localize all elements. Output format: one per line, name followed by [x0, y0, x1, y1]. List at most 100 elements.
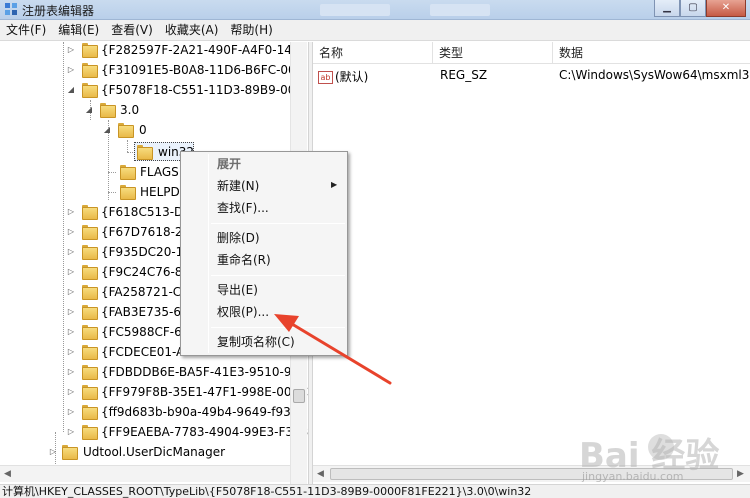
- folder-icon: [82, 385, 98, 400]
- tree-item-label: {F67D7618-27: [101, 225, 191, 239]
- menu-bar: 文件(F) 编辑(E) 查看(V) 收藏夹(A) 帮助(H): [0, 20, 750, 41]
- scroll-left-icon[interactable]: ◀: [4, 469, 11, 479]
- folder-icon: [82, 83, 98, 98]
- expand-arrow-icon[interactable]: ▷: [66, 42, 76, 60]
- list-item[interactable]: ab (默认) REG_SZ C:\Windows\SysWow64\msxml3…: [313, 66, 750, 86]
- scroll-right-icon[interactable]: ▶: [737, 469, 744, 479]
- menu-item-copy-key-name[interactable]: 复制项名称(C): [217, 332, 295, 352]
- list-header: 名称 类型 数据: [313, 42, 750, 64]
- tree-item-label: {FDBDDB6E-BA5F-41E3-9510-90: [101, 365, 300, 379]
- tree-item-label: {F935DC20-1C: [101, 245, 192, 259]
- tree-item-label: {F5078F18-C551-11D3-89B9-000: [101, 83, 304, 97]
- window-controls: ▁ ▢ ✕: [654, 0, 746, 18]
- folder-icon: [82, 225, 98, 240]
- tree-item-label: {FAB3E735-69: [101, 305, 189, 319]
- tree-guide-line: [127, 140, 128, 152]
- tree-item-label: {FCDECE01-A3: [101, 345, 192, 359]
- title-bar: 注册表编辑器 ▁ ▢ ✕: [0, 0, 750, 20]
- window-title: 注册表编辑器: [22, 4, 95, 18]
- folder-icon: [82, 205, 98, 220]
- title-bar-blur: [320, 4, 390, 16]
- tree-item-label: FLAGS: [140, 165, 179, 179]
- tree-guide-line: [63, 42, 64, 432]
- status-bar-path: 计算机\HKEY_CLASSES_ROOT\TypeLib\{F5078F18-…: [0, 484, 750, 498]
- folder-icon: [82, 425, 98, 440]
- maximize-icon[interactable]: ▢: [680, 0, 706, 17]
- values-list[interactable]: 名称 类型 数据 ab (默认) REG_SZ C:\Windows\SysWow…: [313, 42, 750, 484]
- expand-arrow-icon[interactable]: ▷: [66, 282, 76, 302]
- menu-file[interactable]: 文件(F): [0, 20, 52, 41]
- menu-view[interactable]: 查看(V): [105, 20, 159, 41]
- menu-item-find[interactable]: 查找(F)...: [217, 198, 269, 218]
- menu-favorites[interactable]: 收藏夹(A): [159, 20, 225, 41]
- watermark-url: jingyan.baidu.com: [582, 470, 684, 483]
- tree-guide-line: [108, 172, 116, 173]
- expand-arrow-icon[interactable]: ▷: [66, 322, 76, 342]
- column-header-data[interactable]: 数据: [553, 42, 750, 64]
- menu-separator: [211, 223, 345, 224]
- collapse-arrow-icon[interactable]: ◢: [102, 120, 112, 140]
- expand-arrow-icon[interactable]: ▷: [66, 302, 76, 322]
- folder-icon: [82, 365, 98, 380]
- column-header-type[interactable]: 类型: [433, 42, 553, 64]
- folder-icon: [82, 265, 98, 280]
- menu-item-delete[interactable]: 删除(D): [217, 228, 260, 248]
- expand-arrow-icon[interactable]: ▷: [66, 382, 76, 402]
- folder-icon: [82, 405, 98, 420]
- expand-arrow-icon[interactable]: ▷: [66, 222, 76, 242]
- scrollbar-thumb[interactable]: [293, 389, 305, 403]
- expand-arrow-icon[interactable]: ▷: [66, 242, 76, 262]
- menu-help[interactable]: 帮助(H): [224, 20, 278, 41]
- menu-item-export[interactable]: 导出(E): [217, 280, 258, 300]
- folder-icon: [62, 445, 78, 460]
- menu-item-permissions[interactable]: 权限(P)...: [217, 302, 269, 322]
- tree-horizontal-scrollbar[interactable]: ◀: [0, 465, 290, 482]
- column-header-name[interactable]: 名称: [313, 42, 433, 64]
- folder-icon: [82, 305, 98, 320]
- value-type: REG_SZ: [440, 68, 488, 82]
- expand-arrow-icon[interactable]: ▷: [48, 442, 58, 462]
- expand-arrow-icon[interactable]: ▷: [66, 262, 76, 282]
- tree-item-label: {FC5988CF-6D: [101, 325, 191, 339]
- value-name-cell: ab (默认): [318, 68, 368, 85]
- folder-icon: [120, 165, 136, 180]
- folder-icon: [120, 185, 136, 200]
- tree-item-label: 0: [139, 123, 147, 137]
- folder-icon: [137, 145, 153, 160]
- collapse-arrow-icon[interactable]: ◢: [66, 80, 76, 100]
- expand-arrow-icon[interactable]: ▷: [66, 402, 76, 422]
- folder-icon: [82, 43, 98, 58]
- value-name: (默认): [335, 70, 369, 84]
- menu-item-rename[interactable]: 重命名(R): [217, 250, 271, 270]
- tree-item-label: {F9C24C76-8C: [101, 265, 191, 279]
- close-icon[interactable]: ✕: [706, 0, 746, 17]
- menu-separator: [211, 275, 345, 276]
- tree-guide-line: [108, 192, 116, 193]
- collapse-arrow-icon[interactable]: ◢: [84, 100, 94, 120]
- tree-item-label: Udtool.UserDicManager: [83, 445, 226, 459]
- menu-edit[interactable]: 编辑(E): [52, 20, 105, 41]
- tree-item-label: 3.0: [120, 103, 140, 117]
- regedit-icon: [5, 3, 17, 15]
- expand-arrow-icon[interactable]: ▷: [66, 342, 76, 362]
- menu-gutter: [208, 154, 209, 353]
- folder-icon: [100, 103, 116, 118]
- expand-arrow-icon[interactable]: ▷: [66, 202, 76, 222]
- menu-item-expand[interactable]: 展开: [217, 154, 241, 174]
- expand-arrow-icon[interactable]: ▷: [66, 422, 76, 442]
- minimize-icon[interactable]: ▁: [654, 0, 680, 17]
- value-data: C:\Windows\SysWow64\msxml3.d: [559, 68, 750, 82]
- title-bar-blur: [430, 4, 490, 16]
- folder-icon: [82, 325, 98, 340]
- expand-arrow-icon[interactable]: ▷: [66, 60, 76, 80]
- string-value-icon: ab: [318, 71, 333, 84]
- tree-item-label: {ff9d683b-b90a-49b4-9649-f937: [101, 405, 299, 419]
- menu-item-new[interactable]: 新建(N): [217, 176, 259, 196]
- menu-separator: [211, 327, 345, 328]
- folder-icon: [118, 123, 134, 138]
- expand-arrow-icon[interactable]: ▷: [66, 362, 76, 382]
- submenu-arrow-icon: ▶: [331, 180, 338, 189]
- folder-icon: [82, 345, 98, 360]
- folder-icon: [82, 245, 98, 260]
- scroll-left-icon[interactable]: ◀: [317, 469, 324, 479]
